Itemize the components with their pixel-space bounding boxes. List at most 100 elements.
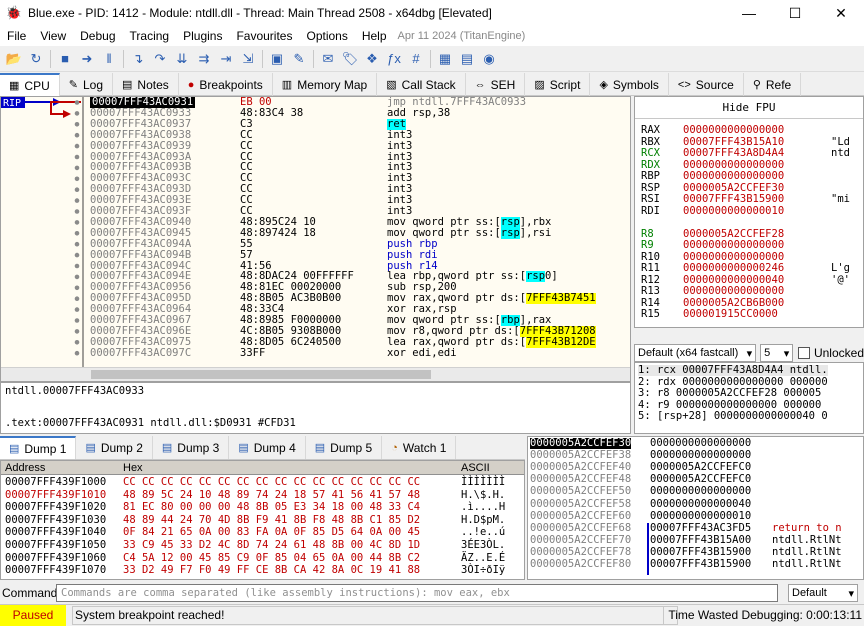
dump-col-hex[interactable]: Hex — [123, 462, 143, 474]
tab-notes[interactable]: ▤ Notes — [113, 73, 179, 96]
register-row-rdi[interactable]: RDI 0000000000000010 — [635, 205, 863, 217]
disasm-row[interactable]: 00007FFF43AC0939 CC int3 — [86, 140, 630, 152]
tab-dump-4[interactable]: ▤ Dump 4 — [229, 436, 306, 459]
register-row-rbx[interactable]: RBX 00007FFF43B15A10 "Ld — [635, 136, 863, 148]
comment-icon[interactable]: ✉ — [317, 48, 339, 70]
register-row-rcx[interactable]: RCX 00007FFF43A8D4A4 ntd — [635, 147, 863, 159]
dump-col-ascii[interactable]: ASCII — [461, 462, 490, 474]
breakpoint-dot[interactable] — [74, 187, 80, 192]
register-row-r12[interactable]: R12 0000000000000040 '@' — [635, 274, 863, 286]
step-over-icon[interactable]: ↷ — [149, 48, 171, 70]
breakpoint-dot[interactable] — [74, 350, 80, 356]
stack-row[interactable]: 0000005A2CCFEF40 0000005A2CCFEFC0 — [528, 462, 863, 473]
sphere-icon[interactable]: ◉ — [478, 48, 500, 70]
register-row-r15[interactable]: R15 000001915CC0000 — [635, 308, 863, 320]
bookmark-icon[interactable]: ❖ — [361, 48, 383, 70]
execute-till-return-icon[interactable]: ⇥ — [215, 48, 237, 70]
tab-dump-1[interactable]: ▤ Dump 1 — [0, 436, 77, 459]
stack-row[interactable]: 0000005A2CCFEF70 00007FFF43B15A00 ntdll.Rt… — [528, 534, 863, 546]
tab-log[interactable]: ✎ Log — [60, 73, 113, 96]
register-row-rax[interactable]: RAX 0000000000000000 — [635, 124, 863, 136]
breakpoint-dot[interactable] — [74, 143, 80, 149]
hide-fpu-button[interactable]: Hide FPU — [635, 97, 863, 119]
tab-call-stack[interactable]: ▧ Call Stack — [377, 73, 466, 96]
stack-view[interactable]: 0000005A2CCFEF30 0000000000000000 0000005A… — [527, 436, 864, 580]
command-mode-select[interactable]: Default ▾ — [788, 584, 858, 602]
run-to-user-code-icon[interactable]: ⇲ — [237, 48, 259, 70]
breakpoint-dot[interactable] — [74, 340, 80, 345]
command-input[interactable] — [56, 584, 778, 602]
argument-row[interactable]: 1: rcx 00007FFF43A8D4A4 ntdll. — [638, 365, 828, 376]
pause-icon[interactable]: ‖ — [98, 48, 120, 70]
breakpoint-dots[interactable] — [74, 100, 80, 356]
register-row-rsi[interactable]: RSI 00007FFF43B15900 "mi — [635, 193, 863, 205]
breakpoint-dot[interactable] — [74, 329, 80, 334]
disasm-row[interactable]: 00007FFF43AC097C 33FF xor edi,edi — [86, 347, 630, 359]
tab-dump-5[interactable]: ▤ Dump 5 — [306, 436, 383, 459]
scroll-thumb[interactable] — [91, 370, 431, 379]
scylla-icon[interactable]: ▣ — [266, 48, 288, 70]
register-row-rsp[interactable]: RSP 0000005A2CCFEF30 — [635, 182, 863, 194]
register-row-r11[interactable]: R11 0000000000000246 L'g — [635, 262, 863, 274]
tab-dump-2[interactable]: ▤ Dump 2 — [76, 436, 153, 459]
register-row-r13[interactable]: R13 0000000000000000 — [635, 285, 863, 297]
breakpoint-dot[interactable] — [74, 241, 80, 247]
disasm-row[interactable]: 00007FFF43AC094B 57 push rdi — [86, 249, 630, 261]
breakpoint-dot[interactable] — [74, 198, 80, 203]
run-icon[interactable]: ➜ — [76, 48, 98, 70]
trace-into-icon[interactable]: ⇊ — [171, 48, 193, 70]
breakpoint-dot[interactable] — [74, 263, 80, 269]
function-icon[interactable]: ƒx — [383, 48, 405, 70]
menu-item-plugins[interactable]: Plugins — [176, 29, 229, 43]
calculator-icon[interactable]: ▦ — [434, 48, 456, 70]
stack-row[interactable]: 0000005A2CCFEF38 0000000000000000 — [528, 450, 863, 461]
stack-row[interactable]: 0000005A2CCFEF48 0000005A2CCFEFC0 — [528, 474, 863, 485]
breakpoint-dot[interactable] — [74, 132, 80, 138]
menu-item-tracing[interactable]: Tracing — [123, 29, 177, 43]
label-icon[interactable]: 🏷 — [339, 48, 361, 70]
breakpoint-dot[interactable] — [74, 231, 80, 236]
tab-symbols[interactable]: ◈ Symbols — [590, 73, 669, 96]
breakpoint-dot[interactable] — [74, 111, 80, 116]
breakpoint-dot[interactable] — [74, 176, 80, 182]
breakpoint-dot[interactable] — [74, 307, 80, 312]
stack-row[interactable]: 0000005A2CCFEF30 0000000000000000 — [528, 438, 863, 449]
trace-over-icon[interactable]: ⇉ — [193, 48, 215, 70]
tab-seh[interactable]: ⇔ SEH — [466, 73, 526, 96]
breakpoint-dot[interactable] — [74, 274, 80, 280]
tab-refe[interactable]: ⚲ Refe — [744, 73, 802, 96]
menu-item-file[interactable]: File — [0, 29, 33, 43]
patch-icon[interactable]: ✎ — [288, 48, 310, 70]
breakpoint-dot[interactable] — [74, 252, 80, 258]
tab-source[interactable]: <> Source — [669, 73, 744, 96]
breakpoint-dot[interactable] — [74, 100, 80, 105]
menu-item-options[interactable]: Options — [299, 29, 354, 43]
breakpoint-dot[interactable] — [74, 154, 80, 160]
register-row-rbp[interactable]: RBP 0000000000000000 — [635, 170, 863, 182]
argument-row[interactable]: 2: rdx 0000000000000000 000000 — [638, 376, 828, 388]
menu-item-debug[interactable]: Debug — [73, 29, 122, 43]
step-into-icon[interactable]: ↴ — [127, 48, 149, 70]
arguments-panel[interactable]: 1: rcx 00007FFF43A8D4A4 ntdll. 2: rdx 000… — [634, 362, 864, 434]
tab-watch-1[interactable]: ◔ Watch 1 — [382, 436, 457, 459]
menu-item-help[interactable]: Help — [355, 29, 394, 43]
disassembly-view[interactable]: RIP 00007FFF43AC0931 EB 00 jmp ntdll.7FFF4… — [0, 96, 631, 382]
breakpoint-dot[interactable] — [74, 220, 80, 225]
maximize-button[interactable]: ☐ — [772, 0, 818, 26]
tab-dump-3[interactable]: ▤ Dump 3 — [153, 436, 230, 459]
hash-icon[interactable]: # — [405, 48, 427, 70]
restart-icon[interactable]: ↻ — [25, 48, 47, 70]
tab-memory-map[interactable]: ▥ Memory Map — [273, 73, 378, 96]
arg-count-select[interactable]: 5 ▾ — [760, 344, 794, 362]
register-row-r10[interactable]: R10 0000000000000000 — [635, 251, 863, 263]
stack-row[interactable]: 0000005A2CCFEF58 0000000000000040 — [528, 498, 863, 510]
unlocked-checkbox[interactable] — [798, 347, 810, 359]
breakpoint-dot[interactable] — [74, 122, 80, 127]
breakpoint-dot[interactable] — [74, 165, 80, 171]
dump-col-address[interactable]: Address — [5, 462, 45, 474]
stack-row[interactable]: 0000005A2CCFEF68 00007FFF43AC3FD5 return t… — [528, 522, 863, 534]
stack-row[interactable]: 0000005A2CCFEF80 00007FFF43B15900 ntdll.Rt… — [528, 559, 863, 570]
dump-view[interactable]: Address Hex ASCII 00007FFF439F1000 CC CC … — [0, 460, 525, 580]
breakpoint-dot[interactable] — [74, 285, 80, 291]
register-row-r9[interactable]: R9 0000000000000000 — [635, 239, 863, 251]
